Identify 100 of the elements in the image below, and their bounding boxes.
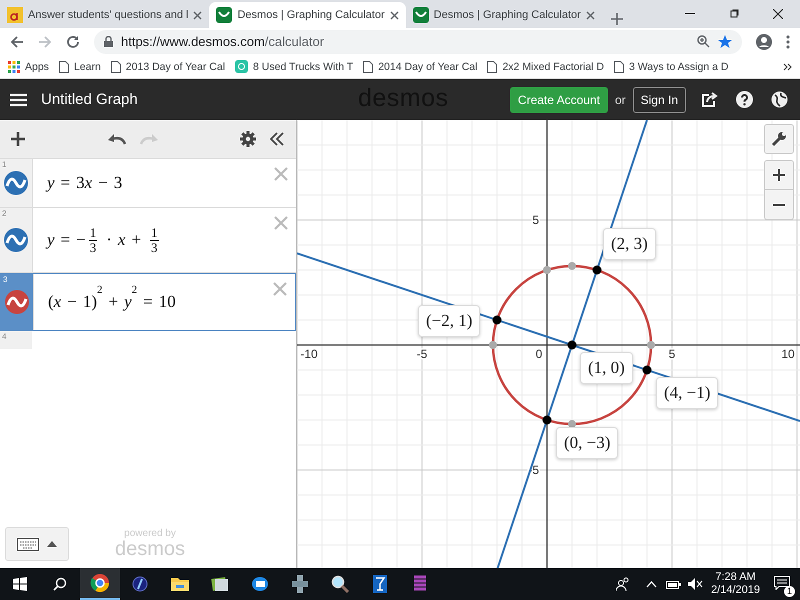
menu-icon[interactable]	[786, 34, 790, 49]
clock-date[interactable]: 2/14/2019	[711, 584, 760, 597]
close-icon[interactable]	[193, 10, 202, 20]
bookmark[interactable]: 2x2 Mixed Factorial D	[487, 60, 604, 73]
mail-taskbar-icon[interactable]	[251, 576, 269, 592]
point-label: (1, 0)	[580, 352, 633, 384]
close-window-icon[interactable]	[773, 9, 783, 19]
math-expression[interactable]: (x − 1) $^{2}$ + y $^{2}$ = 10	[34, 274, 273, 330]
intersection-point	[492, 316, 502, 324]
zoom-in-button[interactable]	[764, 160, 794, 190]
star-icon[interactable]	[718, 34, 732, 49]
notification-count: 1	[784, 586, 795, 596]
row-number: 2	[2, 209, 6, 218]
reload-icon[interactable]	[66, 34, 80, 49]
share-icon[interactable]	[702, 92, 718, 108]
graph-title: Untitled Graph	[41, 91, 138, 108]
folder-taskbar-icon[interactable]	[171, 577, 189, 591]
desmos-logo-icon	[412, 7, 429, 23]
axis-tick-label: 5	[668, 347, 676, 361]
circle-extreme-point	[543, 266, 551, 274]
wave-icon[interactable]	[5, 290, 29, 314]
chevron-up-icon[interactable]	[646, 580, 658, 588]
page-icon	[363, 60, 374, 73]
battery-icon[interactable]	[666, 579, 682, 589]
add-icon[interactable]	[10, 131, 26, 147]
circle-extreme-point	[568, 262, 576, 270]
expression-row[interactable]: 1 y = 3x − 3	[0, 159, 296, 208]
plus-icon	[773, 169, 785, 181]
muted-speaker-icon[interactable]	[688, 578, 704, 590]
keyboard-button[interactable]	[5, 527, 69, 561]
bookmark[interactable]: Learn	[58, 60, 101, 73]
intersection-point	[592, 266, 602, 274]
settings-icon[interactable]	[240, 131, 256, 147]
search-icon[interactable]	[53, 577, 67, 591]
row-number: 1	[2, 160, 6, 169]
point-label: (4, −1)	[656, 377, 718, 409]
desmos-logo-icon	[216, 7, 232, 23]
help-icon[interactable]	[736, 91, 753, 108]
point-label: (0, −3)	[556, 427, 618, 459]
row-number: 4	[2, 332, 6, 341]
zoom-icon[interactable]	[697, 35, 710, 48]
documents-taskbar-icon[interactable]	[211, 576, 229, 592]
apps-grid-icon	[8, 60, 20, 73]
menu-icon[interactable]	[10, 92, 27, 107]
axis-tick-label: -10	[300, 347, 318, 361]
close-icon[interactable]	[586, 10, 595, 20]
page-icon	[58, 60, 69, 73]
zoom-out-button[interactable]	[764, 190, 794, 220]
axis-tick-label: 5	[532, 213, 539, 227]
collapse-icon[interactable]	[270, 132, 284, 146]
axis-tick-label: 10	[781, 347, 795, 361]
browser-tab[interactable]: Desmos | Graphing Calculator	[406, 2, 602, 28]
browser-tab[interactable]: Answer students' questions and l	[0, 2, 210, 28]
magnifier-taskbar-icon[interactable]	[331, 575, 349, 593]
math-expression[interactable]: y = 3x − 3	[33, 159, 274, 207]
circle-extreme-point	[488, 341, 497, 349]
sign-in-button[interactable]: Sign In	[632, 86, 686, 113]
bookmark[interactable]: 2013 Day of Year Cal	[110, 60, 226, 73]
clock-time[interactable]: 7:28 AM	[715, 571, 756, 584]
wrench-icon	[771, 131, 787, 147]
row-number: 3	[3, 275, 8, 284]
quiz-logo-icon	[7, 7, 23, 23]
bookmark[interactable]: 8 Used Trucks With T	[235, 60, 354, 74]
intersection-point	[542, 416, 552, 424]
new-tab-icon[interactable]	[610, 12, 624, 26]
page-icon	[487, 60, 498, 73]
back-icon[interactable]	[10, 34, 24, 49]
circle-extreme-point	[568, 420, 576, 428]
minus-icon	[773, 204, 785, 206]
site-icon	[235, 60, 248, 74]
circle-extreme-point	[647, 341, 656, 349]
intersection-point	[568, 340, 576, 350]
wave-icon[interactable]	[4, 228, 28, 252]
globe-icon[interactable]	[771, 91, 788, 108]
profile-icon[interactable]	[756, 34, 772, 50]
browser-taskbar-icon[interactable]	[90, 573, 110, 593]
address-bar[interactable]: https://www.desmos.com/calculator	[94, 30, 742, 54]
wave-icon[interactable]	[4, 171, 28, 195]
expression-row[interactable]: 3 (x − 1) $^{2}$ + y $^{2}$ = 10	[0, 273, 296, 331]
close-icon[interactable]	[390, 10, 399, 20]
caret-icon	[47, 541, 57, 547]
chevron-icon[interactable]	[783, 62, 792, 71]
minimize-icon[interactable]	[685, 13, 695, 15]
undo-icon[interactable]	[107, 133, 127, 145]
axis-tick-label: -5	[416, 347, 428, 361]
page-icon	[110, 60, 121, 73]
axis-tick-label: 0	[536, 347, 542, 361]
bookmark[interactable]: Apps	[8, 60, 49, 73]
wrench-button[interactable]	[764, 124, 794, 154]
restore-icon[interactable]	[729, 9, 739, 19]
people-icon[interactable]	[616, 577, 630, 591]
browser-tab[interactable]: Desmos | Graphing Calculator	[209, 2, 406, 28]
notification-icon[interactable]	[774, 576, 790, 590]
windows-logo-icon[interactable]	[13, 577, 27, 591]
pen-app-taskbar-icon[interactable]	[132, 576, 148, 592]
page-icon	[614, 60, 624, 73]
point-label: (−2, 1)	[418, 305, 480, 337]
bookmark[interactable]: 2014 Day of Year Cal	[363, 60, 478, 73]
bookmark[interactable]: 3 Ways to Assign a D	[614, 60, 728, 73]
lock-icon	[104, 36, 113, 48]
